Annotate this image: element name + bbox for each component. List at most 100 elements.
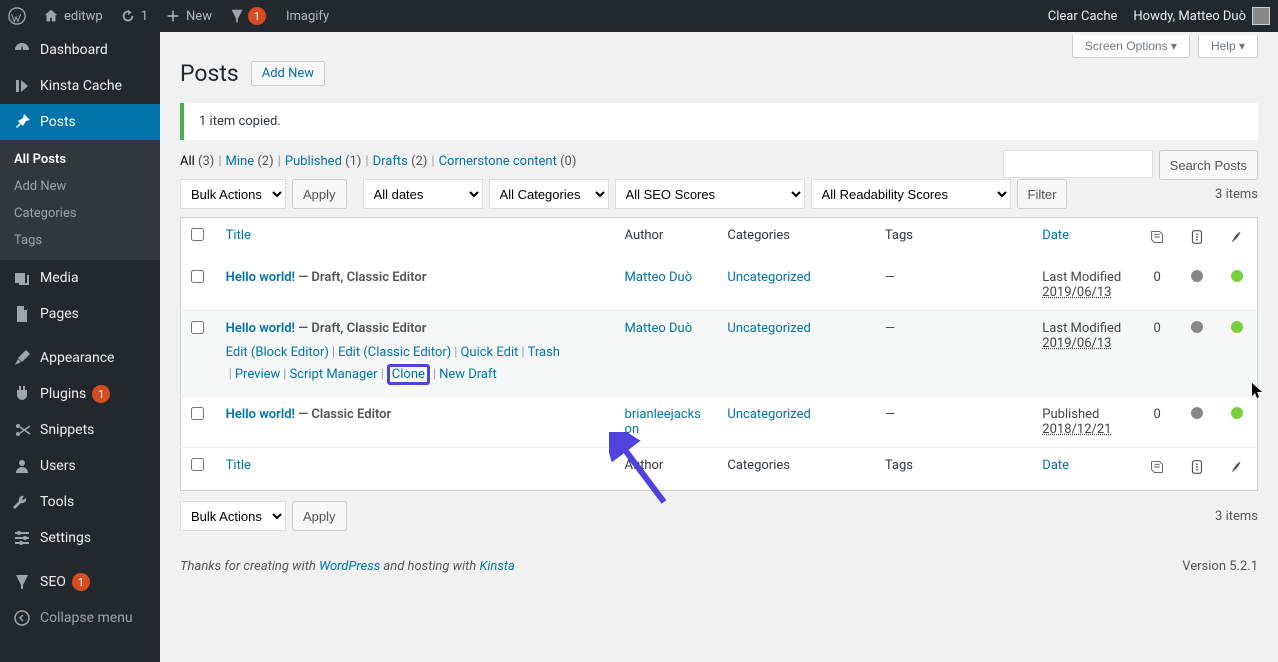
footer: Thanks for creating with WordPress and h… <box>180 559 1258 574</box>
new-label: New <box>186 9 212 24</box>
edit-block-link[interactable]: Edit (Block Editor) <box>226 345 329 360</box>
sub-categories[interactable]: Categories <box>0 200 160 227</box>
sidebar-item-posts[interactable]: Posts <box>0 104 160 140</box>
scissors-icon <box>12 420 32 440</box>
search-input[interactable] <box>1003 150 1153 178</box>
site-link[interactable]: editwp <box>34 0 111 32</box>
status-filters: All (3)|Mine (2)|Published (1)|Drafts (2… <box>180 154 1258 169</box>
author-link[interactable]: Matteo Duò <box>625 321 693 336</box>
seo-scores-select[interactable]: All SEO Scores <box>615 179 805 209</box>
sub-all-posts[interactable]: All Posts <box>0 146 160 173</box>
success-notice: 1 item copied. <box>180 103 1258 140</box>
author-link[interactable]: brianleejackson <box>625 407 701 437</box>
sidebar-item-settings[interactable]: Settings <box>0 520 160 556</box>
apply-button-bottom[interactable]: Apply <box>292 501 347 531</box>
filter-link[interactable]: All (3) <box>180 154 214 169</box>
add-new-button[interactable]: Add New <box>251 61 325 86</box>
filter-link[interactable]: Drafts (2) <box>373 154 428 169</box>
wordpress-link[interactable]: WordPress <box>319 559 380 574</box>
page-title: Posts <box>180 60 239 87</box>
sidebar-item-seo[interactable]: SEO 1 <box>0 564 160 600</box>
sidebar-item-pages[interactable]: Pages <box>0 296 160 332</box>
clone-link[interactable]: Clone <box>387 364 430 385</box>
dates-select[interactable]: All dates <box>363 179 483 209</box>
sidebar-item-appearance[interactable]: Appearance <box>0 340 160 376</box>
trash-link[interactable]: Trash <box>528 345 560 360</box>
page-icon <box>12 304 32 324</box>
select-all-checkbox[interactable] <box>191 228 204 241</box>
quick-edit-link[interactable]: Quick Edit <box>460 345 518 360</box>
sidebar-item-label: Posts <box>40 114 76 130</box>
brush-icon <box>12 348 32 368</box>
col-date[interactable]: Date <box>1042 458 1069 473</box>
posts-table: Title Author Categories Tags Date Hello … <box>180 217 1258 491</box>
script-manager-link[interactable]: Script Manager <box>289 367 377 382</box>
preview-link[interactable]: Preview <box>235 367 280 382</box>
media-icon <box>12 268 32 288</box>
apply-button[interactable]: Apply <box>292 179 347 209</box>
refresh-icon <box>119 7 137 25</box>
date-cell: Last Modified2019/06/13 <box>1032 311 1137 397</box>
row-checkbox[interactable] <box>191 270 204 283</box>
kinsta-link[interactable]: Kinsta <box>479 559 514 574</box>
sidebar-item-snippets[interactable]: Snippets <box>0 412 160 448</box>
wrench-icon <box>12 492 32 512</box>
filter-link[interactable]: Published (1) <box>285 154 362 169</box>
readability-select[interactable]: All Readability Scores <box>811 179 1011 209</box>
author-link[interactable]: Matteo Duò <box>625 270 693 285</box>
screen-options-button[interactable]: Screen Options ▾ <box>1072 35 1190 58</box>
row-checkbox[interactable] <box>191 407 204 420</box>
row-checkbox[interactable] <box>191 321 204 334</box>
col-title[interactable]: Title <box>226 458 251 473</box>
howdy-user[interactable]: Howdy, Matteo Duò <box>1125 0 1278 32</box>
wordpress-icon <box>8 7 26 25</box>
sidebar-item-kinsta[interactable]: Kinsta Cache <box>0 68 160 104</box>
tags-cell: — <box>875 311 1032 397</box>
bulk-actions-select[interactable]: Bulk Actions <box>180 179 286 209</box>
post-title-link[interactable]: Hello world! <box>226 270 295 285</box>
date-cell: Last Modified2019/06/13 <box>1032 260 1137 311</box>
col-date[interactable]: Date <box>1042 228 1069 243</box>
post-title-link[interactable]: Hello world! <box>226 321 295 336</box>
new-draft-link[interactable]: New Draft <box>439 367 497 382</box>
readability-dot <box>1217 260 1257 311</box>
yoast-badge: 1 <box>248 7 266 25</box>
sub-tags[interactable]: Tags <box>0 227 160 254</box>
categories-select[interactable]: All Categories <box>489 179 609 209</box>
yoast-item[interactable]: 1 <box>220 0 274 32</box>
sidebar-item-label: Collapse menu <box>40 610 133 626</box>
category-link[interactable]: Uncategorized <box>727 407 810 422</box>
clear-cache[interactable]: Clear Cache <box>1040 0 1126 32</box>
sidebar-item-tools[interactable]: Tools <box>0 484 160 520</box>
sidebar-item-label: Pages <box>40 306 79 322</box>
new-item[interactable]: New <box>156 0 220 32</box>
filter-button[interactable]: Filter <box>1017 179 1068 209</box>
filter-link[interactable]: Cornerstone content (0) <box>439 154 577 169</box>
seo-dot <box>1177 311 1217 397</box>
category-link[interactable]: Uncategorized <box>727 321 810 336</box>
refresh-item[interactable]: 1 <box>111 0 156 32</box>
date-cell: Published2018/12/21 <box>1032 397 1137 448</box>
collapse-menu[interactable]: Collapse menu <box>0 600 160 636</box>
edit-classic-link[interactable]: Edit (Classic Editor) <box>338 345 451 360</box>
filter-link[interactable]: Mine (2) <box>226 154 274 169</box>
plugin-icon <box>12 384 32 404</box>
wp-logo[interactable] <box>0 0 34 32</box>
sliders-icon <box>12 528 32 548</box>
sidebar-item-plugins[interactable]: Plugins 1 <box>0 376 160 412</box>
bulk-actions-select-bottom[interactable]: Bulk Actions <box>180 501 286 531</box>
search-posts-button[interactable]: Search Posts <box>1159 150 1258 180</box>
post-title-link[interactable]: Hello world! <box>226 407 295 422</box>
sidebar-item-label: Appearance <box>40 350 114 366</box>
sidebar-item-dashboard[interactable]: Dashboard <box>0 32 160 68</box>
tags-cell: — <box>875 397 1032 448</box>
sub-add-new[interactable]: Add New <box>0 173 160 200</box>
imagify-item[interactable]: Imagify <box>274 0 337 32</box>
seo-dot <box>1177 260 1217 311</box>
sidebar-item-users[interactable]: Users <box>0 448 160 484</box>
col-title[interactable]: Title <box>226 228 251 243</box>
select-all-checkbox-bottom[interactable] <box>191 458 204 471</box>
category-link[interactable]: Uncategorized <box>727 270 810 285</box>
help-button[interactable]: Help ▾ <box>1198 35 1258 58</box>
sidebar-item-media[interactable]: Media <box>0 260 160 296</box>
